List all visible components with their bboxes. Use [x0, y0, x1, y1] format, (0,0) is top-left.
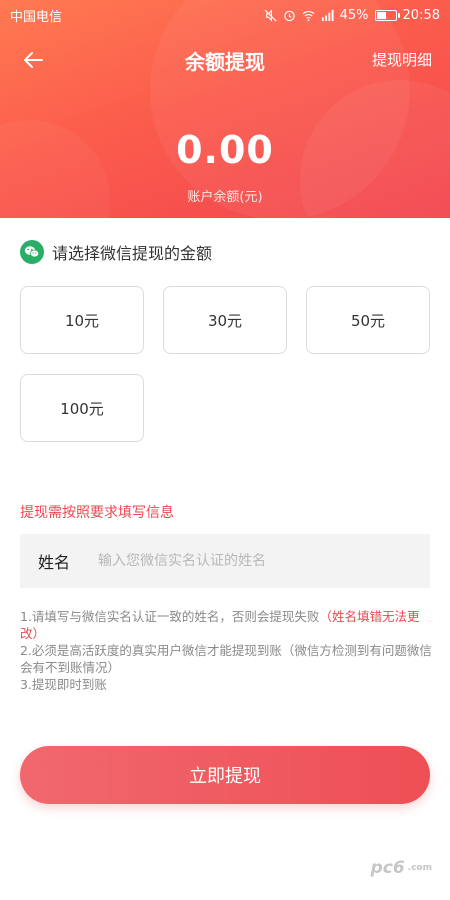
select-amount-label: 请选择微信提现的金额 — [52, 244, 213, 263]
amount-option-10[interactable]: 10元 — [20, 286, 144, 354]
watermark: pc6 .com — [371, 858, 432, 878]
form-heading: 提现需按照要求填写信息 — [20, 505, 174, 521]
note-1: 1.请填写与微信实名认证一致的姓名，否则会提现失败（姓名填错无法更改） — [20, 608, 432, 642]
name-field-row: 姓名 — [20, 534, 430, 588]
battery-percent: 45% — [339, 7, 369, 23]
watermark-sub: .com — [407, 863, 432, 873]
navbar: 余额提现 提现明细 — [0, 38, 450, 82]
alarm-icon — [283, 10, 295, 21]
note-1-text: 1.请填写与微信实名认证一致的姓名，否则会提现失败 — [20, 609, 320, 624]
name-input[interactable] — [98, 553, 430, 569]
wechat-icon — [20, 240, 44, 264]
note-2: 2.必须是高活跃度的真实用户微信才能提现到账（微信方检测到有问题微信会有不到账情… — [20, 643, 432, 675]
amount-option-30[interactable]: 30元 — [163, 286, 287, 354]
notes: 1.请填写与微信实名认证一致的姓名，否则会提现失败（姓名填错无法更改） 2.必须… — [20, 608, 432, 693]
header-banner: 中国电信 45% 20:58 余额提现 提现明细 0.00 账户余额(元) — [0, 0, 450, 218]
withdraw-now-button[interactable]: 立即提现 — [20, 746, 430, 804]
balance-label: 账户余额(元) — [187, 190, 263, 205]
clock: 20:58 — [402, 7, 440, 23]
name-label: 姓名 — [38, 553, 71, 572]
select-amount-title: 请选择微信提现的金额 — [20, 240, 212, 264]
carrier-label: 中国电信 — [10, 9, 63, 25]
note-3: 3.提现即时到账 — [20, 677, 107, 692]
battery-icon — [374, 9, 400, 21]
amount-option-50[interactable]: 50元 — [306, 286, 430, 354]
wifi-icon — [302, 10, 315, 21]
mute-icon — [264, 9, 277, 21]
balance-amount: 0.00 — [176, 128, 274, 172]
battery-fill — [376, 11, 386, 19]
watermark-logo: pc6 — [370, 858, 405, 878]
withdraw-history-link[interactable]: 提现明细 — [372, 49, 432, 70]
signal-icon — [321, 9, 334, 21]
status-bar: 中国电信 45% 20:58 — [0, 0, 450, 30]
amount-option-100[interactable]: 100元 — [20, 374, 144, 442]
